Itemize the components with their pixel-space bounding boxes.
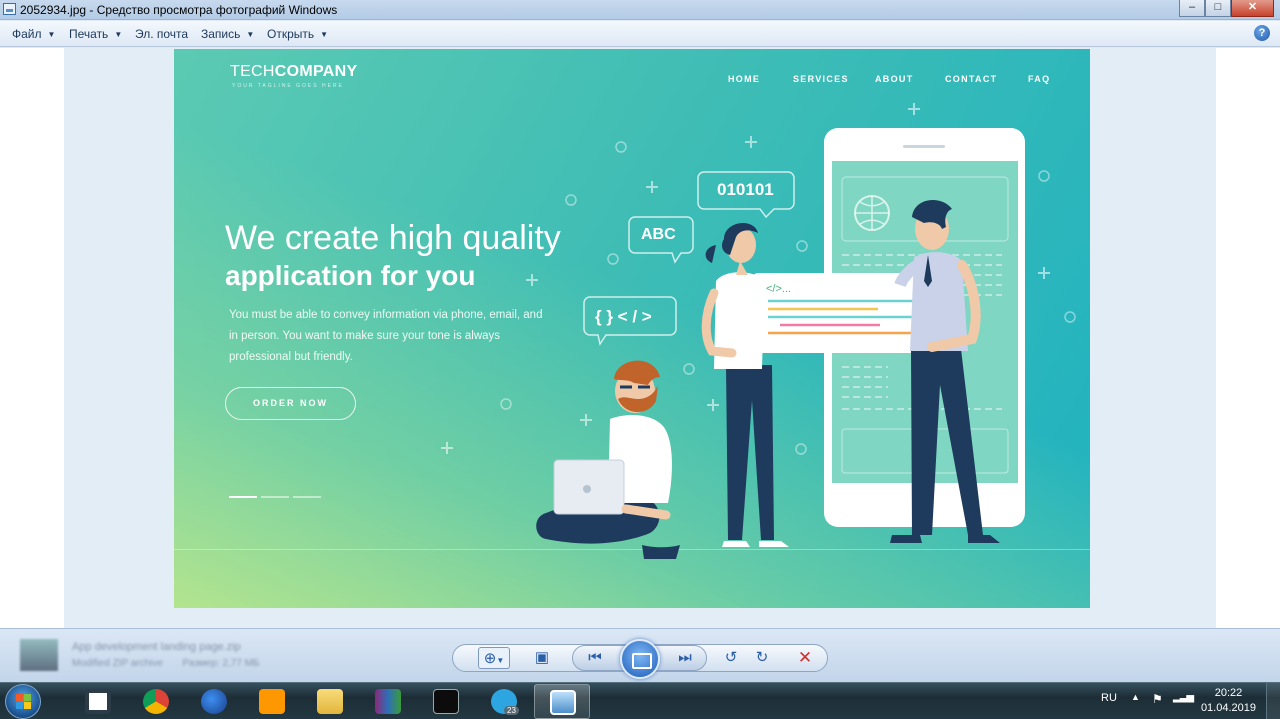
command-prompt-icon bbox=[433, 689, 459, 714]
file-thumbnail bbox=[20, 639, 58, 671]
slideshow-icon[interactable] bbox=[620, 639, 660, 679]
photo-illustration: 010101 ABC { } < / > </>... bbox=[441, 103, 1076, 559]
menu-bar: Файл ▼ Печать ▼ Эл. почта Запись ▼ Открыть ▼… bbox=[0, 21, 1280, 47]
dropdown-caret-icon: ▼ bbox=[47, 30, 56, 39]
sublime-text-icon bbox=[259, 689, 285, 714]
decor-circle bbox=[565, 194, 577, 206]
decor-circle bbox=[795, 443, 807, 455]
show-desktop-button[interactable] bbox=[1266, 683, 1280, 719]
fit-window-icon[interactable]: ▣ bbox=[530, 647, 554, 669]
dropdown-caret-icon: ▼ bbox=[320, 30, 329, 39]
menu-open[interactable]: Открыть ▼ bbox=[267, 27, 328, 41]
svg-text:{ } < / >: { } < / > bbox=[595, 307, 652, 326]
illustration-man-sitting bbox=[536, 360, 680, 559]
tray-expand-icon[interactable]: ▲ bbox=[1131, 692, 1140, 702]
start-button[interactable] bbox=[5, 684, 41, 719]
window-controls: – □ ✕ bbox=[1179, 0, 1274, 17]
decor-plus bbox=[1038, 267, 1050, 279]
minimize-button[interactable]: – bbox=[1179, 0, 1205, 17]
svg-text:ABC: ABC bbox=[641, 226, 676, 243]
zoom-icon[interactable]: ⊕▼ bbox=[478, 647, 510, 669]
decor-circle bbox=[615, 141, 627, 153]
phone-speaker bbox=[903, 145, 945, 148]
decor-circle bbox=[500, 398, 512, 410]
maximize-button[interactable]: □ bbox=[1205, 0, 1231, 17]
decor-plus bbox=[745, 136, 757, 148]
taskbar-telegram[interactable]: 23 bbox=[476, 684, 532, 719]
taskbar-explorer[interactable] bbox=[302, 684, 358, 719]
window-title-bar[interactable]: 2052934.jpg - Средство просмотра фотогра… bbox=[0, 0, 1280, 20]
menu-burn[interactable]: Запись ▼ bbox=[201, 27, 254, 41]
decor-circle bbox=[1038, 170, 1050, 182]
delete-icon[interactable]: ✕ bbox=[793, 647, 817, 669]
taskbar-cmd[interactable] bbox=[418, 684, 474, 719]
rotate-right-icon[interactable]: ↻ bbox=[750, 647, 774, 669]
menu-file[interactable]: Файл ▼ bbox=[12, 27, 55, 41]
svg-text:010101: 010101 bbox=[717, 180, 774, 199]
bubble-binary: 010101 bbox=[697, 171, 795, 219]
window-title: 2052934.jpg - Средство просмотра фотогра… bbox=[20, 3, 338, 17]
winrar-icon bbox=[375, 689, 401, 714]
windows-taskbar: 23 RU ▲ ⚑ ▂▃▅ 20:22 01.04.2019 bbox=[0, 682, 1280, 719]
taskbar-firefox[interactable] bbox=[186, 684, 242, 719]
bubble-code: { } < / > bbox=[583, 296, 677, 346]
decor-circle bbox=[607, 253, 619, 265]
chrome-icon bbox=[143, 689, 169, 714]
photo-viewer-app-icon bbox=[3, 3, 16, 15]
telegram-badge: 23 bbox=[504, 706, 519, 715]
decor-plus bbox=[908, 103, 920, 115]
clock-time: 20:22 bbox=[1214, 687, 1243, 699]
photo-viewer-icon bbox=[550, 690, 576, 715]
bubble-abc: ABC bbox=[628, 216, 694, 264]
viewer-control-bar: App development landing page.zip Modifie… bbox=[0, 628, 1280, 682]
menu-email[interactable]: Эл. почта bbox=[135, 27, 188, 41]
system-clock[interactable]: 20:22 01.04.2019 bbox=[1201, 686, 1256, 716]
menu-print[interactable]: Печать ▼ bbox=[69, 27, 122, 41]
file-name-label: App development landing page.zip bbox=[72, 641, 241, 653]
svg-text:</>...: </>... bbox=[766, 283, 791, 295]
taskbar-chrome[interactable] bbox=[128, 684, 184, 719]
taskbar-photo-viewer[interactable] bbox=[534, 684, 590, 719]
clock-date: 01.04.2019 bbox=[1200, 702, 1256, 714]
taskbar-winrar[interactable] bbox=[360, 684, 416, 719]
previous-icon[interactable]: ⏮ bbox=[583, 647, 607, 669]
taskbar-sublime[interactable] bbox=[244, 684, 300, 719]
decor-circle bbox=[1064, 311, 1076, 323]
dropdown-caret-icon: ▼ bbox=[246, 30, 255, 39]
decor-plus bbox=[441, 442, 453, 454]
firefox-icon bbox=[201, 689, 227, 714]
action-center-flag-icon[interactable]: ⚑ bbox=[1152, 692, 1163, 706]
decor-circle bbox=[683, 363, 695, 375]
displayed-photo: TECHCOMPANY YOUR TAGLINE GOES HERE HOME … bbox=[174, 49, 1090, 608]
rotate-left-icon[interactable]: ↺ bbox=[719, 647, 743, 669]
illustration-woman bbox=[701, 222, 789, 547]
language-indicator[interactable]: RU bbox=[1101, 692, 1117, 704]
decor-plus bbox=[707, 399, 719, 411]
decor-plus bbox=[646, 181, 658, 193]
box-app-icon bbox=[85, 689, 111, 714]
taskbar-box-app[interactable] bbox=[70, 684, 126, 719]
decor-plus bbox=[580, 414, 592, 426]
network-signal-icon[interactable]: ▂▃▅ bbox=[1173, 692, 1194, 703]
decor-circle bbox=[796, 240, 808, 252]
decor-plus bbox=[526, 274, 538, 286]
next-icon[interactable]: ⏭ bbox=[673, 647, 697, 669]
dropdown-caret-icon: ▼ bbox=[114, 30, 123, 39]
folder-icon bbox=[317, 689, 343, 714]
file-meta-label: Modified ZIP archive Размер: 2,77 МБ bbox=[72, 658, 260, 669]
close-button[interactable]: ✕ bbox=[1231, 0, 1274, 17]
help-icon[interactable]: ? bbox=[1254, 25, 1270, 41]
